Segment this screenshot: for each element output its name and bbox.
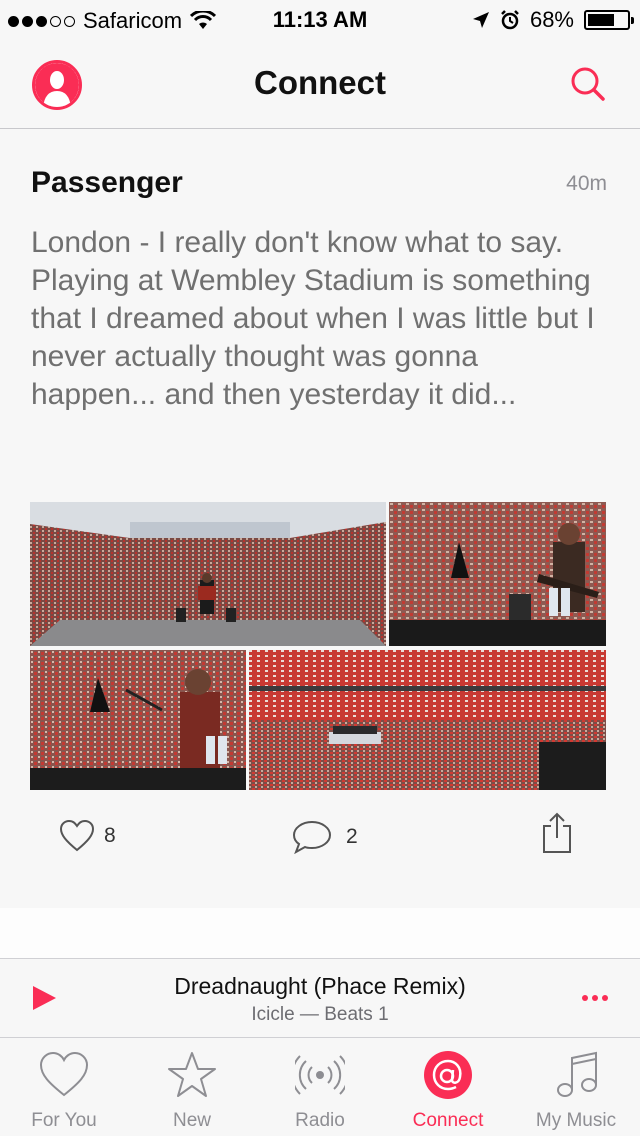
alarm-clock-icon (501, 10, 519, 30)
status-bar: Safaricom 11:13 AM 68% (0, 0, 640, 40)
tab-for-you[interactable]: For You (0, 1038, 128, 1136)
radio-icon (295, 1055, 345, 1095)
status-right: 68% (472, 7, 634, 33)
now-playing-title: Dreadnaught (Phace Remix) (174, 973, 466, 999)
tab-label: Radio (295, 1110, 345, 1131)
post-text[interactable]: London - I really don't know what to say… (31, 224, 611, 414)
post-photo-grid (30, 502, 606, 790)
tab-label: For You (31, 1110, 97, 1131)
like-count: 8 (104, 824, 116, 847)
share-button[interactable] (541, 812, 573, 859)
more-dot-icon (582, 995, 588, 1001)
music-note-icon (557, 1051, 597, 1097)
share-icon (543, 812, 571, 853)
mini-player[interactable]: Dreadnaught (Phace Remix) Icicle — Beats… (0, 958, 640, 1038)
post-author[interactable]: Passenger (31, 166, 183, 200)
connect-at-icon (424, 1051, 472, 1099)
next-post-card[interactable] (0, 908, 640, 958)
tab-my-music[interactable]: My Music (512, 1038, 640, 1136)
post-photo-performer-mic[interactable] (30, 650, 246, 790)
star-icon (168, 1052, 216, 1097)
more-dot-icon (602, 995, 608, 1001)
tab-label: New (172, 1110, 211, 1131)
post-photo-performer-guitar[interactable] (389, 502, 606, 646)
connect-post: Passenger 40m London - I really don't kn… (0, 130, 640, 908)
now-playing-subtitle: Icicle — Beats 1 (251, 1004, 389, 1025)
tab-bar: For You New Radio Connect My Music (0, 1038, 640, 1136)
comment-count: 2 (346, 825, 358, 848)
search-button[interactable] (568, 64, 608, 104)
post-timestamp: 40m (566, 172, 607, 195)
battery-percent: 68% (529, 7, 574, 32)
search-icon (571, 67, 605, 101)
more-options-button[interactable] (582, 995, 608, 1001)
battery-icon (584, 10, 634, 30)
post-photo-stadium-crowd[interactable] (249, 650, 606, 790)
comment-bubble-icon (292, 820, 332, 854)
more-dot-icon (592, 995, 598, 1001)
location-arrow-icon (472, 12, 489, 28)
tab-new[interactable]: New (128, 1038, 256, 1136)
like-button[interactable]: 8 (60, 820, 116, 852)
heart-icon (39, 1051, 89, 1097)
tab-connect[interactable]: Connect (384, 1038, 512, 1136)
page-title: Connect (254, 64, 386, 101)
tab-label: My Music (535, 1110, 617, 1131)
comment-button[interactable]: 2 (292, 820, 358, 854)
post-photo-stadium-stage[interactable] (30, 502, 386, 646)
navigation-bar: Connect (0, 40, 640, 129)
post-actions: 8 2 (0, 812, 640, 870)
tab-radio[interactable]: Radio (256, 1038, 384, 1136)
tab-label: Connect (412, 1110, 484, 1131)
heart-icon (60, 820, 94, 852)
